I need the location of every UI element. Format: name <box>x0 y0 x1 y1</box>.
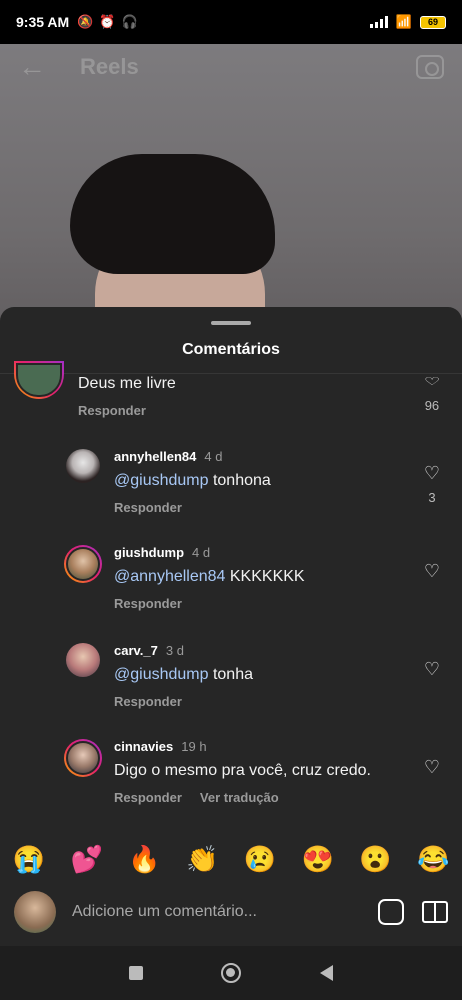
recents-icon[interactable] <box>129 966 144 980</box>
comment-text: tonhona <box>208 472 271 489</box>
comment-item: cinnavies 19 h Digo o mesmo pra você, cru… <box>64 739 371 805</box>
emoji-button[interactable]: 😂 <box>413 844 453 875</box>
comment-item: giushdump 4 d @annyhellen84 KKKKKKK Respo… <box>64 545 305 611</box>
comment-username[interactable]: annyhellen84 <box>114 449 196 464</box>
comment-time: 19 h <box>181 739 207 754</box>
comment-text: Deus me livre <box>78 375 176 392</box>
comment-time: 4 d <box>204 449 223 464</box>
heart-icon[interactable]: ♡ <box>424 757 440 778</box>
reply-button[interactable]: Responder <box>78 403 146 418</box>
like-button[interactable]: ♡ <box>424 659 440 680</box>
translate-button[interactable]: Ver tradução <box>200 790 279 805</box>
alarm-icon: ⏰ <box>99 14 116 29</box>
avatar[interactable] <box>14 361 64 399</box>
comment-item: carv._7 3 d @giushdump tonha Responder <box>66 643 253 709</box>
emoji-button[interactable]: 😍 <box>298 844 338 875</box>
like-count: 96 <box>424 398 440 413</box>
like-button[interactable]: ♡ <box>424 561 440 582</box>
sheet-title: Comentários <box>182 341 280 358</box>
back-arrow-icon[interactable]: ← <box>18 51 46 83</box>
comment-item: annyhellen84 4 d @giushdump tonhona Respo… <box>66 449 271 515</box>
comment-text: KKKKKKK <box>225 568 305 585</box>
camera-icon[interactable] <box>416 55 444 79</box>
comment-username[interactable]: carv._7 <box>114 643 158 658</box>
like-count: 3 <box>428 490 436 505</box>
avatar[interactable] <box>64 739 102 777</box>
system-nav-bar <box>0 946 462 1000</box>
heart-icon[interactable]: ♡ <box>424 375 440 388</box>
mention-link[interactable]: @annyhellen84 <box>114 568 225 585</box>
reels-topbar: ← Reels <box>0 44 462 90</box>
reply-button[interactable]: Responder <box>114 694 182 709</box>
emoji-button[interactable]: 😭 <box>9 844 49 875</box>
video-hair <box>70 154 275 274</box>
back-icon[interactable] <box>319 965 333 981</box>
comment-time: 3 d <box>165 643 184 658</box>
comment-time: 4 d <box>192 545 211 560</box>
gift-icon[interactable] <box>422 901 448 923</box>
comment-text: Digo o mesmo pra você, cruz credo. <box>114 762 371 779</box>
emoji-bar: 😭 💕 🔥 👏 😢 😍 😮 😂 <box>0 838 462 880</box>
avatar[interactable] <box>66 449 100 483</box>
emoji-button[interactable]: 😢 <box>240 844 280 875</box>
avatar[interactable] <box>64 545 102 583</box>
mention-link[interactable]: @giushdump <box>114 472 209 489</box>
emoji-button[interactable]: 💕 <box>67 844 107 875</box>
comment-username[interactable]: cinnavies <box>114 739 173 754</box>
comment-username[interactable]: giushdump <box>114 545 184 560</box>
emoji-button[interactable]: 😮 <box>355 844 395 875</box>
sticker-icon[interactable] <box>378 899 404 925</box>
comment-composer <box>0 882 462 942</box>
mention-link[interactable]: @giushdump <box>114 666 209 683</box>
status-time: 9:35 AM <box>16 14 70 30</box>
avatar[interactable] <box>66 643 100 677</box>
wifi-icon: 📶 <box>395 14 412 29</box>
battery-icon: 69 <box>420 15 446 29</box>
heart-icon[interactable]: ♡ <box>424 463 440 484</box>
reply-button[interactable]: Responder <box>114 790 182 805</box>
page-title: Reels <box>80 54 139 79</box>
home-icon[interactable] <box>221 963 242 983</box>
emoji-button[interactable]: 👏 <box>182 844 222 875</box>
headphones-icon: 🎧 <box>121 14 138 29</box>
emoji-button[interactable]: 🔥 <box>124 844 164 875</box>
drag-handle[interactable] <box>211 321 251 325</box>
status-bar: 9:35 AM 🔕 ⏰ 🎧 📶 69 <box>0 0 462 44</box>
like-button[interactable]: ♡ 3 <box>424 463 440 505</box>
signal-icon <box>369 16 388 28</box>
comment-input[interactable] <box>72 903 360 921</box>
like-button[interactable]: ♡ 96 <box>424 371 440 413</box>
like-button[interactable]: ♡ <box>424 757 440 778</box>
reply-button[interactable]: Responder <box>114 596 182 611</box>
heart-icon[interactable]: ♡ <box>424 561 440 582</box>
comment-item: Deus me livre Responder <box>14 361 176 418</box>
mute-icon: 🔕 <box>77 14 94 29</box>
battery-level: 69 <box>427 17 438 27</box>
heart-icon[interactable]: ♡ <box>424 659 440 680</box>
comment-text: tonha <box>208 666 253 683</box>
reply-button[interactable]: Responder <box>114 500 182 515</box>
notification-icons: 🔕 ⏰ 🎧 <box>77 14 138 30</box>
my-avatar <box>14 891 56 933</box>
